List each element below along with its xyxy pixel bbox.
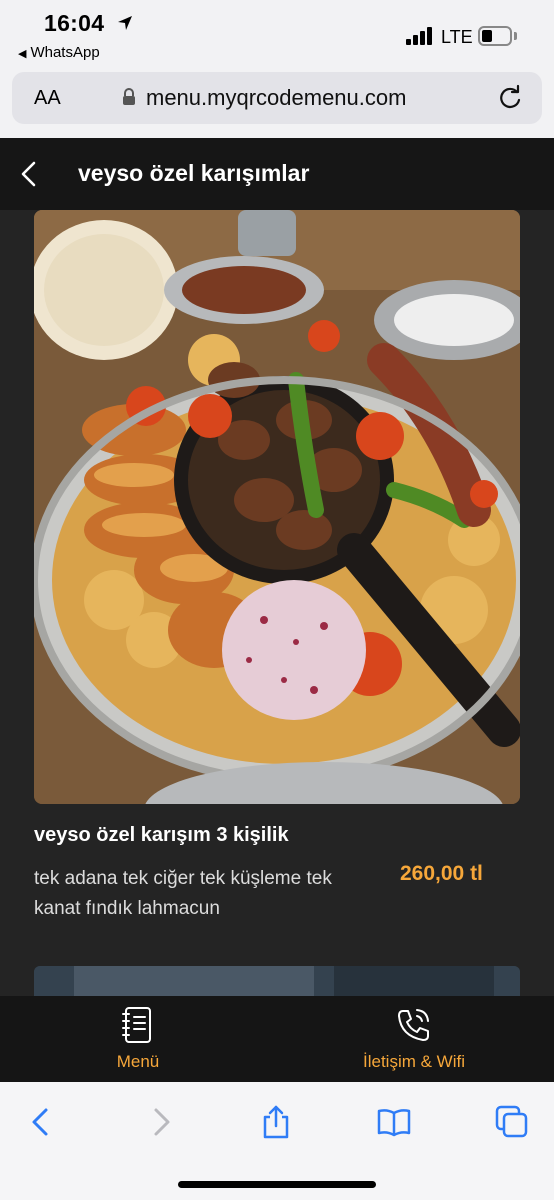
food-platter-image <box>34 210 520 804</box>
tab-menu[interactable]: Menü <box>88 996 188 1082</box>
menu-content[interactable]: veyso özel karışım 3 kişilik tek adana t… <box>0 210 554 996</box>
product-description: tek adana tek ciğer tek küşleme tek kana… <box>34 868 332 919</box>
bottom-tab-bar: Menü İletişim & Wifi <box>0 996 554 1082</box>
home-indicator <box>178 1181 376 1188</box>
tab-contact-wifi[interactable]: İletişim & Wifi <box>344 996 484 1082</box>
browser-forward-icon[interactable] <box>142 1104 178 1140</box>
text-size-button[interactable]: AA <box>34 87 61 110</box>
product-price: 260,00 tl <box>400 862 483 885</box>
phone-wifi-icon <box>398 1009 429 1041</box>
next-product-photo <box>34 966 520 996</box>
browser-back-icon[interactable] <box>24 1104 60 1140</box>
reload-icon[interactable] <box>496 84 524 112</box>
network-type: LTE <box>441 27 473 47</box>
status-time: 16:04 <box>44 10 105 36</box>
location-arrow-icon <box>118 16 132 30</box>
share-icon[interactable] <box>258 1104 294 1140</box>
cellular-signal-icon <box>406 27 434 45</box>
bookmarks-icon[interactable] <box>376 1104 412 1140</box>
tab-contact-label: İletişim & Wifi <box>363 1052 465 1071</box>
back-to-app-link[interactable]: ◀ WhatsApp <box>18 44 100 61</box>
next-product-card[interactable] <box>34 966 520 996</box>
url-text[interactable]: menu.myqrcodemenu.com <box>146 85 406 111</box>
tab-menu-label: Menü <box>116 1052 160 1071</box>
tabs-icon[interactable] <box>494 1104 530 1140</box>
battery-icon <box>478 26 512 46</box>
product-photo[interactable] <box>34 210 520 804</box>
page-header: veyso özel karışımlar <box>0 138 554 210</box>
ios-top-area: 16:04 ◀ WhatsApp LTE AA menu.myqrcodemenu… <box>0 0 554 138</box>
page-title: veyso özel karışımlar <box>78 160 310 186</box>
battery-tip <box>514 32 517 40</box>
product-name: veyso özel karışım 3 kişilik <box>34 824 289 846</box>
notebook-icon <box>122 1007 151 1043</box>
back-triangle-icon: ◀ <box>18 48 27 60</box>
back-app-label: WhatsApp <box>30 44 100 61</box>
address-bar[interactable]: AA menu.myqrcodemenu.com <box>12 72 542 124</box>
lock-icon <box>123 88 135 105</box>
chevron-left-icon[interactable] <box>18 160 40 188</box>
